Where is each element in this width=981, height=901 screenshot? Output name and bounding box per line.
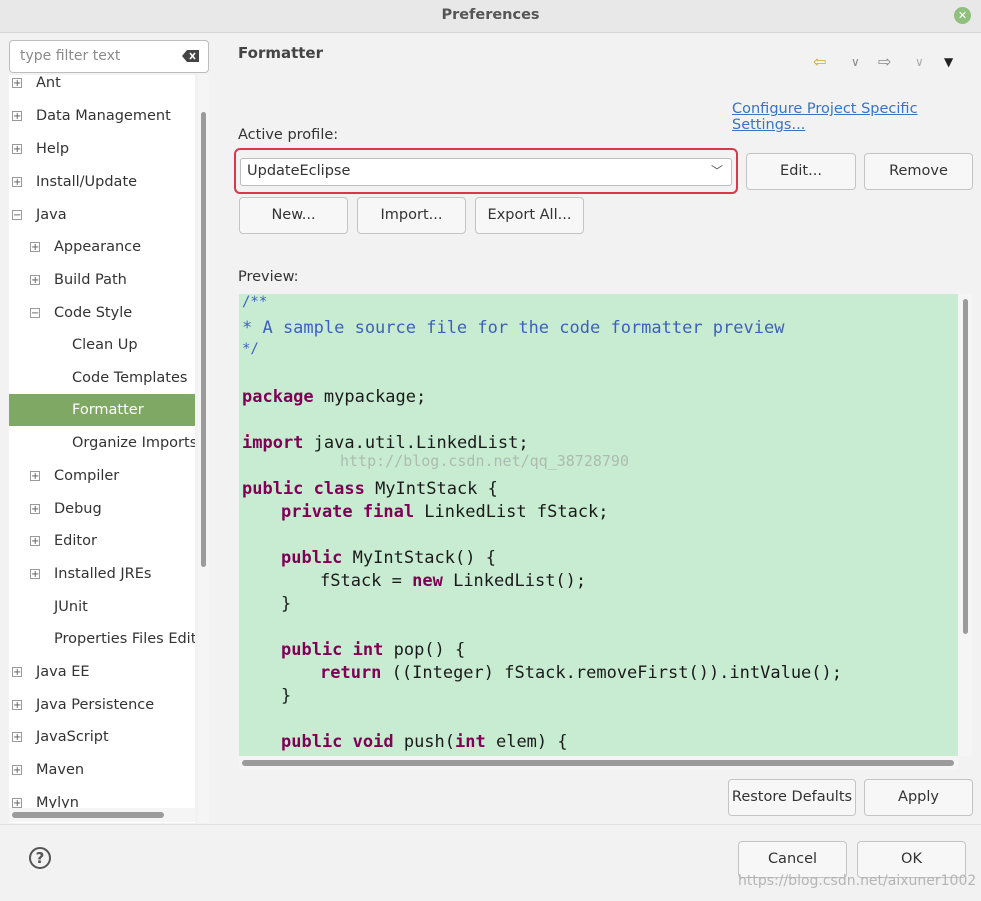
expand-icon[interactable]: + xyxy=(12,78,22,89)
window-title: Preferences xyxy=(441,7,540,23)
tree-item-editor[interactable]: + Editor xyxy=(30,525,97,557)
code-line: import java.util.LinkedList; xyxy=(242,433,529,453)
clear-filter-icon[interactable] xyxy=(182,49,200,63)
code-line: } xyxy=(281,594,292,614)
watermark-text: https://blog.csdn.net/aixuner1002 xyxy=(738,873,977,889)
tree-item-install-update[interactable]: + Install/Update xyxy=(12,166,137,198)
code-line: private final LinkedList fStack; xyxy=(281,502,609,522)
tree-vertical-scrollbar[interactable] xyxy=(198,75,209,823)
tree-item-code-style[interactable]: − Code Style xyxy=(30,297,132,329)
code-line: public class MyIntStack { xyxy=(242,479,498,499)
import-button[interactable]: Import... xyxy=(357,197,466,234)
tree-item-clean-up[interactable]: Clean Up xyxy=(72,329,138,361)
divider xyxy=(0,824,981,825)
expand-icon[interactable]: + xyxy=(30,536,40,547)
remove-button[interactable]: Remove xyxy=(864,153,973,190)
expand-icon[interactable]: + xyxy=(12,732,22,743)
preview-horizontal-scrollbar[interactable] xyxy=(239,756,958,770)
forward-dropdown-icon[interactable]: ∨ xyxy=(915,55,924,69)
code-line: */ xyxy=(242,341,259,357)
code-line: package mypackage; xyxy=(242,387,427,407)
title-bar: Preferences ✕ xyxy=(0,0,981,33)
tree-item-junit[interactable]: JUnit xyxy=(54,591,88,623)
close-button[interactable]: ✕ xyxy=(954,7,971,24)
help-icon[interactable]: ? xyxy=(29,847,51,869)
configure-project-settings-link[interactable]: Configure Project Specific Settings... xyxy=(732,101,981,133)
code-line: * A sample source file for the code form… xyxy=(242,318,785,338)
scrollbar-thumb[interactable] xyxy=(963,299,968,634)
preview-label: Preview: xyxy=(238,269,299,285)
edit-button[interactable]: Edit... xyxy=(746,153,856,190)
tree-item-javascript[interactable]: + JavaScript xyxy=(12,721,109,753)
code-line: } xyxy=(281,686,292,706)
tree-item-data-management[interactable]: + Data Management xyxy=(12,100,171,132)
page-title: Formatter xyxy=(238,44,324,62)
tree-item-properties-files-editor[interactable]: Properties Files Edito xyxy=(54,623,195,655)
filter-input[interactable] xyxy=(18,47,172,65)
watermark-text: http://blog.csdn.net/qq_38728790 xyxy=(340,452,629,470)
collapse-icon[interactable]: − xyxy=(12,210,22,221)
tree-item-code-templates[interactable]: Code Templates xyxy=(72,362,187,394)
apply-button[interactable]: Apply xyxy=(864,779,973,816)
code-preview: /** * A sample source file for the code … xyxy=(239,294,958,756)
chevron-down-icon[interactable]: ﹀ xyxy=(711,162,723,179)
tree-item-java[interactable]: − Java xyxy=(12,199,67,231)
restore-defaults-button[interactable]: Restore Defaults xyxy=(728,779,856,816)
forward-arrow-icon[interactable]: ⇨ xyxy=(878,52,891,71)
tree-item-formatter[interactable]: Formatter xyxy=(9,394,195,426)
code-line: public void push(int elem) { xyxy=(281,732,568,752)
export-all-button[interactable]: Export All... xyxy=(475,197,584,234)
expand-icon[interactable]: + xyxy=(30,471,40,482)
preference-tree: + Ant + Data Management + Help + Install/Upd… xyxy=(9,75,195,823)
expand-icon[interactable]: + xyxy=(30,504,40,515)
code-line: return ((Integer) fStack.removeFirst()).… xyxy=(320,663,842,683)
expand-icon[interactable]: + xyxy=(12,798,22,809)
expand-icon[interactable]: + xyxy=(30,242,40,253)
expand-icon[interactable]: + xyxy=(12,765,22,776)
expand-icon[interactable]: + xyxy=(30,569,40,580)
expand-icon[interactable]: + xyxy=(12,144,22,155)
code-line: public int pop() { xyxy=(281,640,466,660)
code-line: fStack = new LinkedList(); xyxy=(320,571,587,591)
expand-icon[interactable]: + xyxy=(12,177,22,188)
expand-icon[interactable]: + xyxy=(12,667,22,678)
code-line: public MyIntStack() { xyxy=(281,548,496,568)
scrollbar-thumb[interactable] xyxy=(242,760,954,766)
scrollbar-thumb[interactable] xyxy=(12,812,164,818)
tree-item-organize-imports[interactable]: Organize Imports xyxy=(72,427,195,459)
collapse-icon[interactable]: − xyxy=(30,308,40,319)
new-button[interactable]: New... xyxy=(239,197,348,234)
active-profile-value: UpdateEclipse xyxy=(247,163,351,179)
tree-horizontal-scrollbar[interactable] xyxy=(9,808,195,822)
filter-box[interactable] xyxy=(9,40,209,73)
scrollbar-thumb[interactable] xyxy=(201,112,206,567)
tree-item-debug[interactable]: + Debug xyxy=(30,493,102,525)
back-arrow-icon[interactable]: ⇦ xyxy=(813,52,826,71)
expand-icon[interactable]: + xyxy=(12,700,22,711)
code-line: /** xyxy=(242,294,268,310)
expand-icon[interactable]: + xyxy=(12,111,22,122)
tree-item-build-path[interactable]: + Build Path xyxy=(30,264,127,296)
active-profile-label: Active profile: xyxy=(238,127,339,143)
tree-item-java-ee[interactable]: + Java EE xyxy=(12,656,90,688)
tree-item-help[interactable]: + Help xyxy=(12,133,69,165)
tree-item-installed-jres[interactable]: + Installed JREs xyxy=(30,558,151,590)
tree-item-java-persistence[interactable]: + Java Persistence xyxy=(12,689,154,721)
view-menu-icon[interactable]: ▼ xyxy=(944,55,953,69)
tree-item-maven[interactable]: + Maven xyxy=(12,754,84,786)
expand-icon[interactable]: + xyxy=(30,275,40,286)
tree-item-ant[interactable]: + Ant xyxy=(12,75,61,99)
active-profile-select[interactable]: UpdateEclipse ﹀ xyxy=(240,158,732,186)
tree-item-compiler[interactable]: + Compiler xyxy=(30,460,119,492)
tree-item-appearance[interactable]: + Appearance xyxy=(30,231,141,263)
preview-vertical-scrollbar[interactable] xyxy=(958,294,972,756)
back-dropdown-icon[interactable]: ∨ xyxy=(851,55,860,69)
